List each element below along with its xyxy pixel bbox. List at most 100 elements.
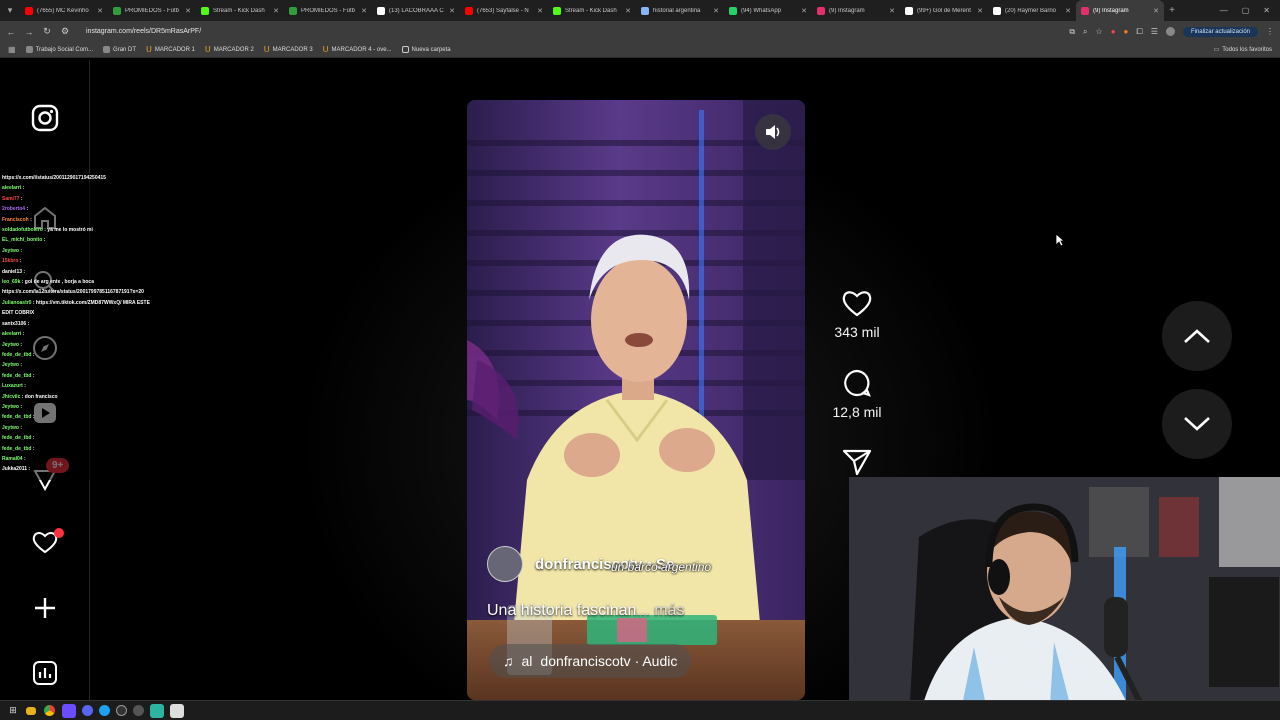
app-teal-icon[interactable] (150, 703, 164, 718)
browser-tab[interactable]: (7653) Sayfalse - N ✕ (460, 0, 548, 21)
bookmark-star-icon[interactable]: ☆ (1096, 27, 1103, 36)
author-avatar[interactable] (487, 546, 523, 582)
tab-close-icon[interactable]: ✕ (449, 7, 455, 15)
browser-tab[interactable]: Stream - Kick Dash ✕ (548, 0, 636, 21)
chat-text: https://x.com/la12tuitera/status/2001799… (2, 289, 144, 296)
update-button[interactable]: Finalizar actualización (1182, 26, 1258, 37)
browser-tab[interactable]: Stream - Kick Dash ✕ (196, 0, 284, 21)
browser-tab[interactable]: (20) Raymer Barrio ✕ (988, 0, 1076, 21)
close-window-icon[interactable]: ✕ (1263, 6, 1270, 15)
browser-tab[interactable]: (9) Instagram ✕ (1076, 0, 1164, 21)
browser-tab[interactable]: (94) WhatsApp ✕ (724, 0, 812, 21)
file-explorer-icon[interactable] (26, 706, 36, 715)
instagram-logo-icon[interactable] (30, 103, 60, 133)
tab-favicon-icon (289, 6, 297, 15)
tab-close-icon[interactable]: ✕ (889, 7, 895, 15)
tab-close-icon[interactable]: ✕ (273, 7, 279, 15)
app-white-icon[interactable] (170, 703, 184, 718)
tab-close-icon[interactable]: ✕ (97, 7, 103, 15)
tab-search-icon[interactable]: ▾ (0, 0, 20, 21)
tab-close-icon[interactable]: ✕ (1065, 7, 1071, 15)
doc-icon (25, 46, 33, 53)
bookmark-item[interactable]: Ս MARCADOR 2 (205, 45, 254, 54)
chat-text: : (43, 237, 46, 244)
chat-text: : (22, 331, 25, 338)
zoom-icon[interactable]: ⌕ (1083, 27, 1087, 37)
minimize-icon[interactable]: — (1220, 6, 1228, 15)
chat-message: Sami77 : (2, 194, 172, 204)
like-action[interactable]: 343 mil (826, 288, 888, 340)
reload-icon[interactable]: ↻ (42, 26, 52, 37)
tab-close-icon[interactable]: ✕ (185, 7, 191, 15)
tab-close-icon[interactable]: ✕ (537, 7, 543, 15)
app-misc-icon[interactable] (133, 705, 144, 716)
dashboard-icon[interactable] (30, 658, 60, 688)
tab-close-icon[interactable]: ✕ (1153, 7, 1159, 15)
tab-close-icon[interactable]: ✕ (361, 7, 367, 15)
chat-message: aleelarri : (2, 183, 172, 193)
chat-username: soldadofutbolero (2, 227, 43, 234)
chat-username: EL_michi_bonito (2, 237, 43, 244)
install-app-icon[interactable]: ⧉ (1069, 27, 1075, 37)
chat-message: Luxazurt : (2, 381, 172, 391)
forward-icon[interactable]: → (24, 27, 34, 37)
share-icon[interactable] (842, 448, 872, 476)
browser-tab[interactable]: (13) LACOBRAAA C ✕ (372, 0, 460, 21)
extension-red-icon[interactable]: ● (1111, 27, 1116, 36)
profile-avatar[interactable] (1165, 27, 1175, 36)
apps-icon[interactable]: ▦ (8, 45, 16, 54)
app-blue-circle-icon[interactable] (99, 705, 110, 716)
browser-tab[interactable]: PROMIEDOS - Fútb ✕ (108, 0, 196, 21)
tab-close-icon[interactable]: ✕ (713, 7, 719, 15)
more-link[interactable]: ... más (636, 602, 684, 619)
chat-username: daniel13 (2, 268, 23, 275)
mute-button[interactable] (755, 114, 791, 150)
previous-reel-button[interactable] (1162, 301, 1232, 371)
share-action[interactable] (826, 448, 888, 476)
browser-tab-strip: ▾ (7655) MC Kevinho ✕ PROMIEDOS - Fútb ✕ Str… (0, 0, 1280, 21)
tab-title: (9) Instagram (829, 7, 865, 14)
browser-tab[interactable]: historial argentina ✕ (636, 0, 724, 21)
menu-icon[interactable]: ⋮ (1266, 27, 1274, 36)
bookmark-item[interactable]: Nueva carpeta (401, 45, 451, 54)
app-obs-icon[interactable] (116, 705, 127, 716)
create-plus-icon[interactable] (30, 593, 60, 623)
app-discord-icon[interactable] (82, 705, 93, 716)
os-taskbar: ⊞ (0, 700, 1280, 720)
app-purple-icon[interactable] (62, 703, 76, 718)
chrome-icon[interactable] (42, 704, 56, 718)
browser-tab[interactable]: (9) Instagram ✕ (812, 0, 900, 21)
reel-video[interactable]: donfranciscotv • Se un barco argentino U… (467, 100, 805, 700)
extension-orange-icon[interactable]: ● (1124, 27, 1129, 36)
reel-audio-pill[interactable]: ♫ al donfranciscotv · Audic (489, 644, 692, 678)
tab-close-icon[interactable]: ✕ (977, 7, 983, 15)
bookmark-item[interactable]: Trabajo Social Com... (25, 45, 93, 54)
comment-action[interactable]: 12,8 mil (826, 368, 888, 420)
like-heart-icon[interactable] (841, 288, 873, 318)
browser-tab[interactable]: PROMIEDOS - Fútb ✕ (284, 0, 372, 21)
browser-tab[interactable]: (99+) Gol de Merent ✕ (900, 0, 988, 21)
likes-count: 343 mil (834, 324, 880, 340)
new-tab-button[interactable]: + (1164, 5, 1180, 16)
maximize-icon[interactable]: ▢ (1242, 6, 1250, 15)
bookmark-item[interactable]: Gran DT (103, 45, 136, 54)
chat-username: Sami77 (2, 195, 20, 202)
reading-list-icon[interactable]: ☰ (1151, 27, 1158, 36)
start-menu-icon[interactable]: ⊞ (6, 704, 20, 718)
bookmark-item[interactable]: Ս MARCADOR 1 (146, 45, 195, 54)
back-icon[interactable]: ← (6, 27, 16, 37)
tab-close-icon[interactable]: ✕ (801, 7, 807, 15)
all-bookmarks-button[interactable]: ▭ Todos los favoritos (1214, 46, 1272, 54)
bookmark-item[interactable]: Ս MARCADOR 4 - ove... (323, 45, 392, 54)
comment-icon[interactable] (842, 368, 872, 398)
chat-message: https://x.com/i/status/20011290171942504… (2, 173, 172, 183)
url-field[interactable]: instagram.com/reels/DR5mRasArPF/ (86, 28, 201, 35)
chat-username: Jeytwo (2, 247, 19, 254)
next-reel-button[interactable] (1162, 389, 1232, 459)
bookmark-item[interactable]: Ս MARCADOR 3 (264, 45, 313, 54)
chat-text: : (20, 195, 23, 202)
extensions-icon[interactable]: ⧠ (1136, 27, 1142, 37)
tab-close-icon[interactable]: ✕ (625, 7, 631, 15)
browser-tab[interactable]: (7655) MC Kevinho ✕ (20, 0, 108, 21)
site-info-icon[interactable]: ⚙ (60, 26, 70, 37)
